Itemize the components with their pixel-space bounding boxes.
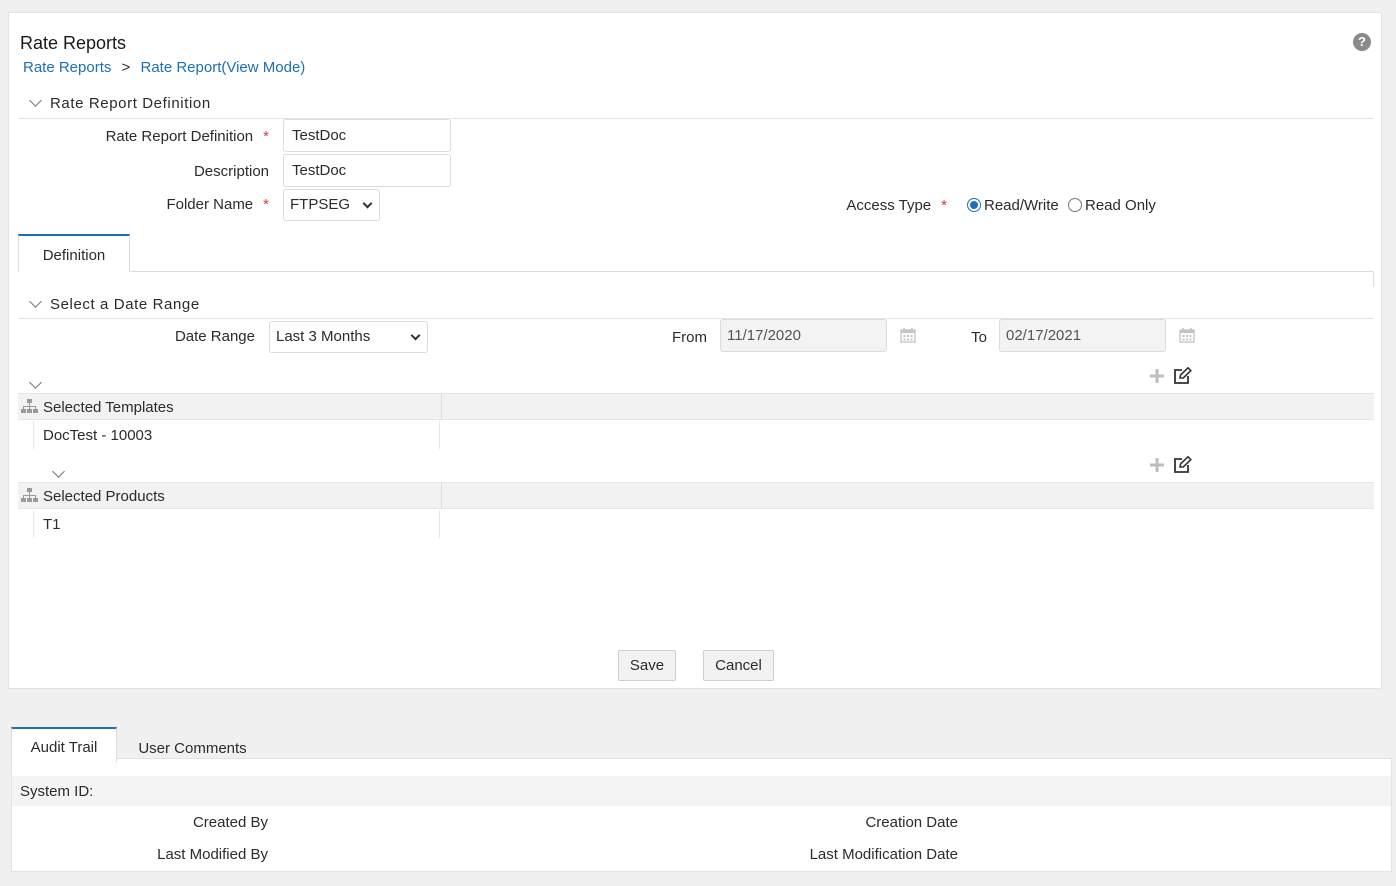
templates-grid-row[interactable]: DocTest - 10003 (43, 427, 152, 444)
cell-border (439, 421, 440, 449)
templates-grid-title: Selected Templates (43, 399, 174, 416)
chevron-down-icon[interactable] (29, 94, 42, 107)
required-marker: * (263, 196, 269, 213)
system-id-label: System ID: (20, 783, 94, 800)
products-grid-row[interactable]: T1 (43, 516, 61, 533)
folder-name-select[interactable]: FTPSEG (283, 189, 380, 221)
chevron-down-icon[interactable] (29, 295, 42, 308)
required-marker: * (263, 128, 269, 145)
last-modification-date-label: Last Modification Date (809, 846, 958, 863)
from-date-input[interactable]: 11/17/2020 (720, 319, 887, 352)
to-date-input[interactable]: 02/17/2021 (999, 319, 1166, 352)
templates-grid-header: Selected Templates (18, 393, 1374, 420)
access-type-label: Access Type * (846, 197, 947, 214)
tab-audit-trail[interactable]: Audit Trail (11, 727, 117, 762)
creation-date-label: Creation Date (865, 814, 958, 831)
breadcrumb-root-link[interactable]: Rate Reports (23, 59, 111, 76)
to-label: To (971, 329, 987, 346)
cell-border (33, 510, 34, 538)
created-by-label: Created By (192, 814, 268, 831)
description-input[interactable] (283, 154, 451, 187)
radio-selected-icon[interactable] (967, 198, 981, 212)
column-separator (441, 483, 442, 509)
breadcrumb-separator: > (121, 59, 131, 76)
calendar-icon[interactable] (900, 327, 916, 343)
cancel-button[interactable]: Cancel (703, 650, 774, 681)
description-label: Description (193, 163, 269, 180)
access-type-read-only[interactable]: Read Only (1068, 196, 1156, 214)
templates-collapse-chevron-icon[interactable] (29, 376, 42, 389)
products-grid-header: Selected Products (18, 482, 1374, 509)
hierarchy-icon (21, 488, 38, 502)
add-template-icon[interactable] (1150, 369, 1164, 383)
chevron-down-icon (362, 198, 373, 209)
folder-name-value: FTPSEG (290, 196, 351, 213)
date-range-select[interactable]: Last 3 Months (269, 321, 428, 353)
help-icon[interactable]: ? (1353, 33, 1371, 51)
system-id-bar (12, 776, 1391, 806)
definition-section-header[interactable]: Rate Report Definition (29, 94, 211, 112)
chevron-down-icon (410, 330, 421, 341)
required-marker: * (941, 197, 947, 214)
breadcrumb-current-link[interactable]: Rate Report(View Mode) (140, 59, 305, 76)
tab-strip-line (129, 271, 1374, 272)
main-panel: Rate Reports ? Rate Reports > Rate Repor… (8, 12, 1382, 689)
hierarchy-icon (21, 399, 38, 413)
date-range-section-title: Select a Date Range (50, 296, 200, 313)
tab-strip-edge (1373, 271, 1374, 287)
edit-product-icon[interactable] (1173, 456, 1192, 474)
save-button[interactable]: Save (618, 650, 676, 681)
cell-border (439, 510, 440, 538)
date-range-label: Date Range (174, 328, 255, 345)
date-range-section-header[interactable]: Select a Date Range (29, 295, 200, 313)
rate-report-definition-input[interactable] (283, 119, 451, 152)
access-type-read-write[interactable]: Read/Write (967, 196, 1059, 214)
last-modified-by-label: Last Modified By (157, 846, 268, 863)
tab-definition[interactable]: Definition (18, 234, 130, 272)
date-range-value: Last 3 Months (276, 328, 371, 345)
products-collapse-chevron-icon[interactable] (52, 465, 66, 478)
edit-template-icon[interactable] (1173, 367, 1192, 385)
products-grid-title: Selected Products (43, 488, 165, 505)
radio-unselected-icon[interactable] (1068, 198, 1082, 212)
definition-section-title: Rate Report Definition (50, 95, 211, 112)
page-title: Rate Reports (20, 33, 127, 53)
section-divider (18, 318, 1374, 319)
tab-user-comments[interactable]: User Comments (125, 730, 260, 765)
column-separator (441, 394, 442, 420)
rate-report-definition-label: Rate Report Definition * (105, 128, 269, 145)
folder-name-label: Folder Name * (166, 196, 269, 213)
from-label: From (672, 329, 707, 346)
section-divider (18, 118, 1374, 119)
breadcrumb: Rate Reports > Rate Report(View Mode) (23, 59, 305, 76)
calendar-icon[interactable] (1179, 327, 1195, 343)
add-product-icon[interactable] (1150, 458, 1164, 472)
cell-border (33, 421, 34, 449)
